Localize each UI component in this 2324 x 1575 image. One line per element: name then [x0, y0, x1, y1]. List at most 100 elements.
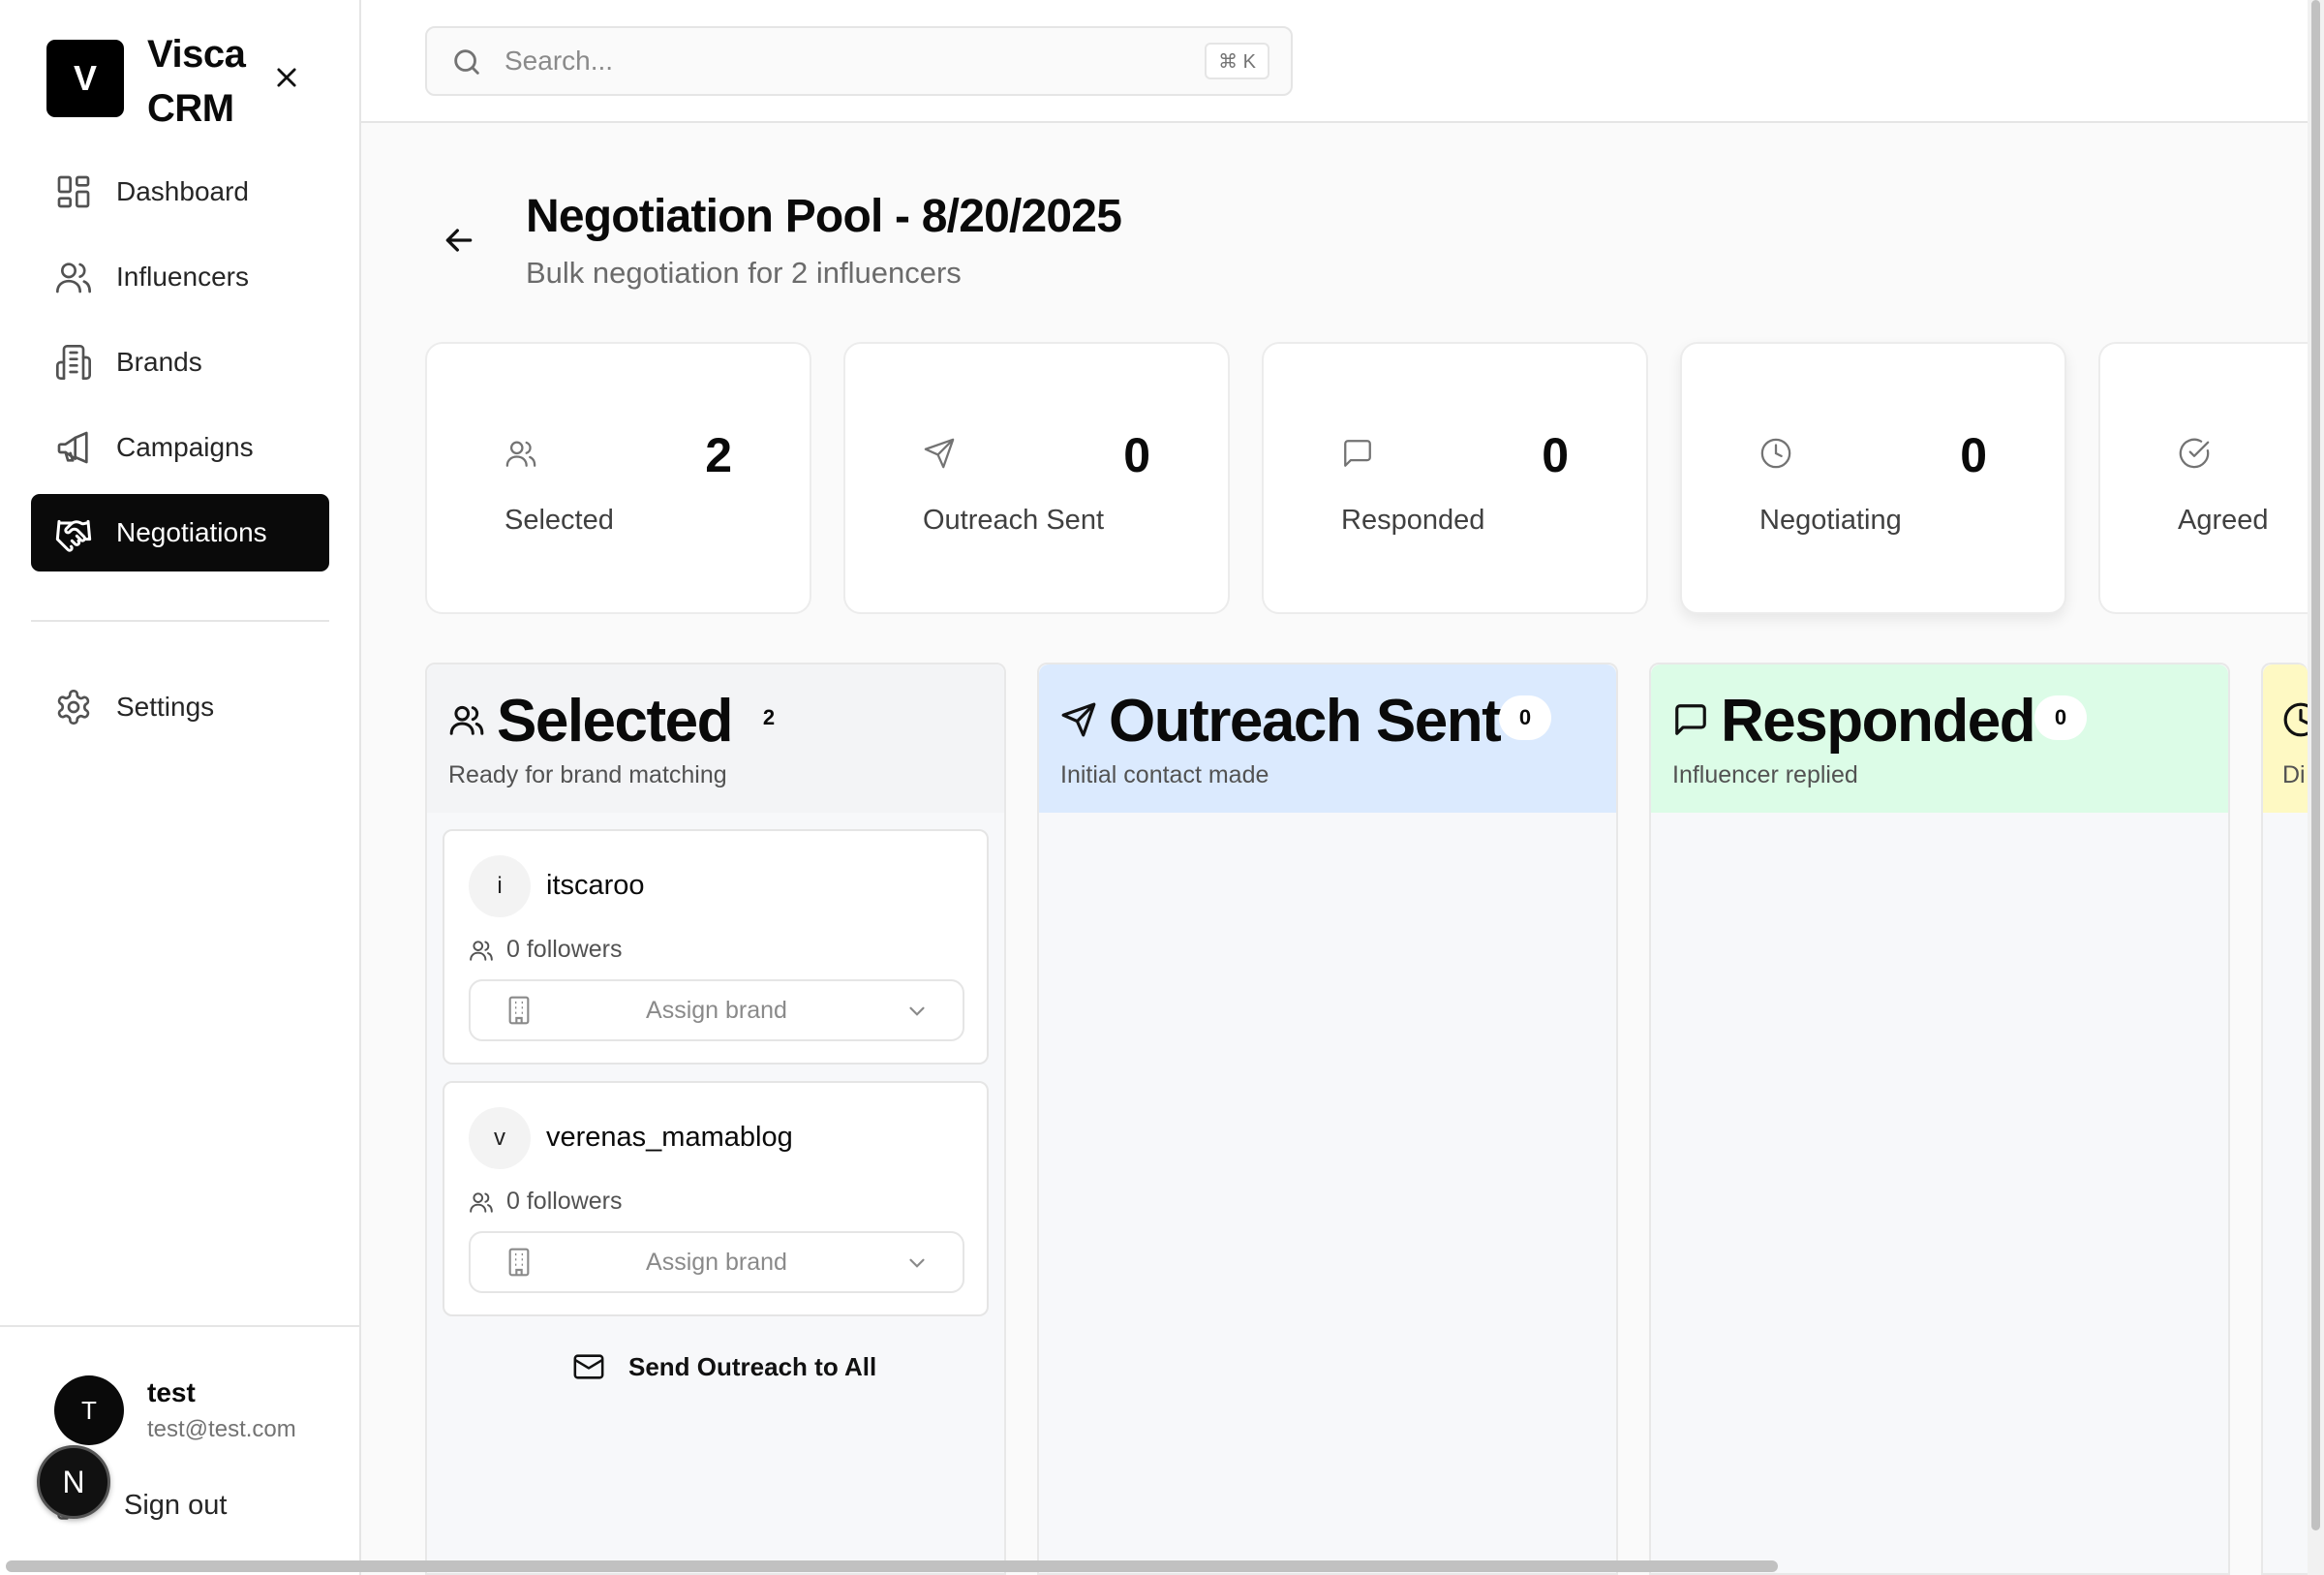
- sidebar: V Visca CRM Dashboard Influencers Brands…: [0, 0, 361, 1575]
- search-icon: [454, 49, 479, 75]
- influencer-card[interactable]: v verenas_mamablog 0 followers Assign br…: [443, 1081, 989, 1316]
- brand: V Visca CRM: [46, 27, 347, 134]
- user-name: test: [147, 1377, 196, 1407]
- nav-item-campaigns[interactable]: Campaigns: [31, 409, 329, 486]
- users-icon: [505, 441, 536, 467]
- stat-value: 0: [1542, 428, 1569, 482]
- chevron-down-icon: [909, 1006, 925, 1016]
- follower-count: 0 followers: [506, 1188, 623, 1215]
- search-input[interactable]: [505, 40, 1124, 82]
- nav-item-dashboard[interactable]: Dashboard: [31, 153, 329, 231]
- horizontal-scrollbar[interactable]: [0, 1556, 2308, 1575]
- column-count: 2: [762, 705, 776, 729]
- page-title: Negotiation Pool - 8/20/2025: [526, 191, 1122, 242]
- handshake-icon: [55, 519, 92, 552]
- clock-icon: [2283, 702, 2308, 737]
- main-nav: Dashboard Influencers Brands Campaigns N…: [31, 153, 329, 579]
- influencer-name: verenas_mamablog: [546, 1122, 793, 1153]
- floating-badge-button[interactable]: N: [37, 1445, 110, 1519]
- nav-label: Brands: [116, 347, 202, 377]
- back-button[interactable]: [440, 221, 478, 260]
- vertical-scrollbar[interactable]: [2308, 0, 2324, 1575]
- stat-label: Selected: [505, 505, 614, 536]
- nav-label: Negotiations: [116, 517, 267, 547]
- stat-card-agreed: Agreed: [2098, 342, 2308, 614]
- assign-brand-label: Assign brand: [646, 1249, 787, 1276]
- message-icon: [1344, 440, 1371, 467]
- send-outreach-all-button[interactable]: Send Outreach to All: [572, 1343, 876, 1391]
- column-negotiating: Di: [2261, 663, 2308, 1575]
- stat-label: Responded: [1341, 505, 1485, 536]
- brand-logo: V: [46, 40, 124, 117]
- close-icon: [277, 68, 296, 87]
- nav-label: Dashboard: [116, 176, 249, 206]
- nav-divider: [31, 620, 329, 622]
- mail-icon: [573, 1354, 604, 1379]
- stat-value: 0: [1960, 428, 1987, 482]
- top-bar: ⌘ K: [361, 0, 2308, 123]
- nav-label: Settings: [116, 692, 215, 722]
- users-icon: [449, 705, 484, 735]
- stat-card-responded: 0 Responded: [1262, 342, 1648, 614]
- stat-label: Agreed: [2178, 505, 2269, 536]
- stat-value: 0: [1123, 428, 1150, 482]
- shortcut-hint: ⌘ K: [1205, 43, 1269, 79]
- stat-label: Outreach Sent: [923, 505, 1104, 536]
- app-name: Visca CRM: [147, 33, 246, 130]
- nav-label: Campaigns: [116, 432, 254, 462]
- gear-icon: [57, 690, 90, 725]
- assign-brand-label: Assign brand: [646, 997, 787, 1024]
- column-outreach-sent: Outreach Sent 0 Initial contact made: [1037, 663, 1618, 1575]
- stat-card-negotiating: 0 Negotiating: [1680, 342, 2066, 614]
- building-icon: [56, 345, 91, 380]
- avatar: T: [54, 1375, 124, 1445]
- column-count: 0: [1499, 695, 1551, 740]
- users-icon: [470, 941, 493, 961]
- column-description: Ready for brand matching: [448, 761, 727, 788]
- column-title: Selected: [497, 688, 734, 755]
- column-title: Responded: [1721, 688, 2036, 755]
- scrollbar-thumb[interactable]: [6, 1560, 1778, 1572]
- sign-out-label: Sign out: [124, 1489, 228, 1521]
- column-header: Selected 2 Ready for brand matching: [427, 664, 1004, 813]
- megaphone-icon: [57, 431, 88, 464]
- users-icon: [470, 1192, 493, 1213]
- check-circle-icon: [2179, 438, 2210, 469]
- user-email: test@test.com: [147, 1416, 296, 1442]
- column-header: Di: [2263, 664, 2308, 813]
- nav-item-brands[interactable]: Brands: [31, 324, 329, 401]
- message-icon: [1675, 704, 1706, 735]
- nav-item-settings[interactable]: Settings: [31, 668, 329, 746]
- send-outreach-all-label: Send Outreach to All: [628, 1351, 877, 1381]
- search-box[interactable]: ⌘ K: [425, 26, 1293, 96]
- arrow-left-icon: [445, 229, 473, 252]
- assign-brand-select[interactable]: Assign brand: [469, 1231, 964, 1293]
- column-header: Responded 0 Influencer replied: [1651, 664, 2228, 813]
- influencer-name: itscaroo: [546, 870, 645, 901]
- column-title: Outreach Sent: [1109, 688, 1502, 755]
- send-icon: [1061, 702, 1096, 737]
- stat-card-outreach-sent: 0 Outreach Sent: [843, 342, 1230, 614]
- avatar: i: [469, 855, 531, 917]
- column-selected: Selected 2 Ready for brand matching i it…: [425, 663, 1006, 1575]
- assign-brand-select[interactable]: Assign brand: [469, 979, 964, 1041]
- chevron-down-icon: [909, 1258, 925, 1268]
- nav-item-influencers[interactable]: Influencers: [31, 238, 329, 316]
- dashboard-icon: [57, 175, 90, 208]
- clock-icon: [1760, 438, 1791, 469]
- page-subtitle: Bulk negotiation for 2 influencers: [526, 256, 962, 290]
- column-description: Influencer replied: [1672, 761, 1858, 788]
- column-responded: Responded 0 Influencer replied: [1649, 663, 2230, 1575]
- stat-label: Negotiating: [1759, 505, 1902, 536]
- nav-label: Influencers: [116, 262, 249, 292]
- nav-item-negotiations[interactable]: Negotiations: [31, 494, 329, 571]
- stat-value: 2: [705, 428, 732, 482]
- send-icon: [924, 438, 955, 469]
- avatar: v: [469, 1107, 531, 1169]
- influencer-card[interactable]: i itscaroo 0 followers Assign brand: [443, 829, 989, 1065]
- column-count: 0: [2034, 695, 2087, 740]
- follower-count: 0 followers: [506, 936, 623, 963]
- column-description: Di: [2282, 761, 2306, 788]
- close-sidebar-button[interactable]: [267, 58, 306, 97]
- scrollbar-thumb[interactable]: [2311, 0, 2320, 1530]
